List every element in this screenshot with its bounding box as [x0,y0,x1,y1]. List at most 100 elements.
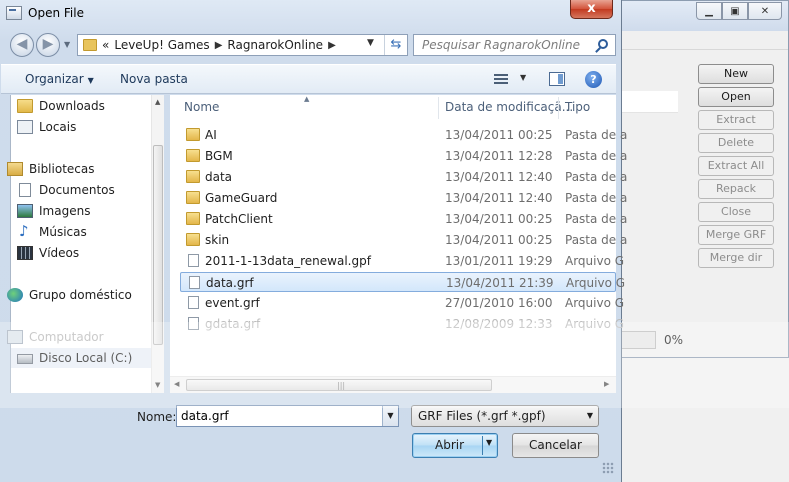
file-name: AI [205,128,217,142]
table-row[interactable]: data 13/04/2011 12:40 Pasta de a [180,167,627,187]
dialog-titlebar[interactable]: Open File x [0,0,621,28]
extract-button[interactable]: Extract [698,110,774,130]
help-icon[interactable]: ? [585,71,602,88]
close-grf-button[interactable]: Close [698,202,774,222]
file-name: gdata.grf [205,317,261,331]
open-options-chevron-icon[interactable]: ▼ [486,438,492,447]
extract-all-button[interactable]: Extract All [698,156,774,176]
new-button[interactable]: New [698,64,774,84]
file-icon [188,296,199,309]
nav-pane-scrollbar[interactable]: ▲ ▼ [151,95,164,393]
address-dropdown-icon[interactable]: ▼ [367,38,374,48]
breadcrumb-overflow[interactable]: « [102,38,109,52]
local-disk-icon [17,354,33,364]
dialog-close-button[interactable]: x [570,0,613,19]
chevron-down-icon: ▼ [586,411,593,420]
breadcrumb-chevron-icon[interactable]: ▶ [328,40,336,51]
nav-item-label: Bibliotecas [29,162,95,176]
table-row[interactable]: BGM 13/04/2011 12:28 Pasta de a [180,146,627,166]
filename-dropdown-button[interactable]: ▼ [382,406,398,426]
nav-item-musicas[interactable]: Músicas [19,222,87,241]
refresh-button[interactable]: ⇆ [384,35,407,55]
scrollbar-thumb[interactable] [153,145,163,345]
table-row[interactable]: skin 13/04/2011 00:25 Pasta de a [180,230,627,250]
breadcrumb-chevron-icon[interactable]: ▶ [215,40,223,51]
downloads-folder-icon [17,99,33,113]
open-button[interactable]: Abrir ▼ [412,433,498,458]
column-divider[interactable] [438,97,439,119]
view-options-icon[interactable] [494,74,508,85]
scroll-up-icon[interactable]: ▲ [155,98,160,106]
preview-pane-icon[interactable] [549,72,565,86]
documents-icon [19,183,31,197]
search-input[interactable] [414,35,594,55]
recent-places-icon [17,120,33,134]
table-row[interactable]: GameGuard 13/04/2011 12:40 Pasta de a [180,188,627,208]
table-row[interactable]: gdata.grf 12/08/2009 12:33 Arquivo G [180,314,624,334]
repack-button[interactable]: Repack [698,179,774,199]
nav-item-disco-local[interactable]: Disco Local (C:) [17,349,132,367]
filename-input[interactable] [177,406,377,426]
restore-button[interactable]: ▣ [722,2,748,20]
table-row-selected[interactable]: data.grf 13/04/2011 21:39 Arquivo G [180,272,625,292]
file-name: data.grf [206,276,254,290]
breadcrumb-item[interactable]: LeveUp! Games [114,38,209,52]
nav-item-videos[interactable]: Vídeos [17,244,80,262]
file-list-horizontal-scrollbar[interactable]: ◀ ||| ▶ [170,376,616,393]
table-row[interactable]: 2011-1-13data_renewal.gpf 13/01/2011 19:2… [180,251,624,271]
nav-item-locais[interactable]: Locais [17,118,76,136]
file-name: event.grf [205,296,260,310]
filename-combobox[interactable]: ▼ [176,405,399,427]
nav-item-computador[interactable]: Computador [7,328,104,346]
new-folder-button[interactable]: Nova pasta [120,72,188,86]
column-divider[interactable] [558,97,559,119]
table-row[interactable]: PatchClient 13/04/2011 00:25 Pasta de a [180,209,627,229]
cancel-button[interactable]: Cancelar [512,433,599,458]
organize-menu-button[interactable]: Organizar ▼ [25,72,94,86]
merge-grf-button[interactable]: Merge GRF [698,225,774,245]
file-type-filter-select[interactable]: GRF Files (*.grf *.gpf) ▼ [411,405,599,427]
resize-grip-icon[interactable] [602,462,614,474]
libraries-icon [7,162,23,176]
file-type: Arquivo G [565,296,625,310]
folder-icon [186,170,200,183]
back-button[interactable]: ◀ [10,33,34,57]
file-date: 13/04/2011 00:25 [445,233,553,247]
breadcrumb-item[interactable]: RagnarokOnline [227,38,323,52]
column-header-type[interactable]: Tipo [565,95,590,120]
file-name: GameGuard [205,191,278,205]
search-icon[interactable] [598,39,608,49]
search-box[interactable] [413,34,616,56]
delete-button[interactable]: Delete [698,133,774,153]
merge-dir-button[interactable]: Merge dir [698,248,774,268]
scrollbar-thumb[interactable]: ||| [186,379,492,391]
recent-locations-dropdown[interactable]: ▼ [64,40,70,49]
address-bar[interactable]: « LeveUp! Games ▶ RagnarokOnline ▶ ▼ ⇆ [77,34,408,56]
nav-item-label: Músicas [39,225,87,239]
minimize-button[interactable]: ▁ [696,2,722,20]
file-date: 13/01/2011 19:29 [445,254,553,268]
close-button[interactable]: ✕ [748,2,782,20]
nav-item-downloads[interactable]: Downloads [17,97,105,115]
nav-item-documentos[interactable]: Documentos [19,181,115,199]
scroll-down-icon[interactable]: ▼ [155,381,160,389]
scroll-left-icon[interactable]: ◀ [174,380,179,388]
file-icon [188,317,199,330]
table-row[interactable]: event.grf 27/01/2010 16:00 Arquivo G [180,293,624,313]
view-options-dropdown-icon[interactable]: ▼ [520,73,526,82]
nav-item-grupo-domestico[interactable]: Grupo doméstico [7,286,132,304]
column-header-name[interactable]: Nome [184,95,219,120]
grf-file-list[interactable] [618,91,678,113]
nav-item-label: Vídeos [39,246,80,260]
scroll-right-icon[interactable]: ▶ [604,380,609,388]
table-row[interactable]: AI 13/04/2011 00:25 Pasta de a [180,125,627,145]
forward-button[interactable]: ▶ [36,33,60,57]
file-type-filter-value: GRF Files (*.grf *.gpf) [418,409,546,423]
breadcrumb: « LeveUp! Games ▶ RagnarokOnline ▶ [102,38,336,52]
nav-item-imagens[interactable]: Imagens [17,202,90,220]
file-list: ▲ Nome Data de modificaçã... Tipo AI 13/0… [170,95,627,393]
column-header-date[interactable]: Data de modificaçã... [445,95,573,120]
file-date: 12/08/2009 12:33 [445,317,553,331]
open-button[interactable]: Open [698,87,774,107]
nav-item-bibliotecas[interactable]: Bibliotecas [7,160,95,178]
